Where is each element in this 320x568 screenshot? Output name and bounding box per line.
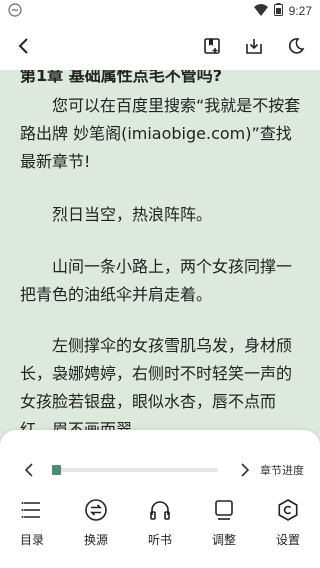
chapter-progress-row: 章节进度 [0, 458, 320, 482]
nav-item-listen[interactable]: 听书 [135, 498, 185, 548]
chapter-title: 第1章 基础属性点毛不管吗? [20, 70, 222, 85]
add-bookmark-icon[interactable] [200, 34, 224, 58]
paragraph-4: 左侧撑伞的女孩雪肌乌发，身材颀长，袅娜娉婷，右侧时不时轻笑一声的女孩脸若银盘，眼… [20, 336, 293, 430]
reader-toolbar [0, 22, 320, 70]
battery-icon [273, 3, 283, 19]
nav-item-adjust[interactable]: 调整 [199, 498, 249, 548]
nav-label-adjust: 调整 [211, 533, 236, 547]
catalog-icon [20, 498, 44, 522]
reader-content[interactable]: 第1章 基础属性点毛不管吗? 您可以在百度里搜索“我就是不按套路出牌 妙笔阁(i… [0, 70, 320, 430]
download-icon[interactable] [242, 34, 266, 58]
bottom-nav: 目录 换源 听书 调整 设置 [0, 498, 320, 558]
settings-icon [276, 498, 300, 522]
night-mode-icon[interactable] [284, 34, 308, 58]
app-notification-icon [8, 2, 22, 20]
reader-menu-panel: 章节进度 目录 换源 听书 调整 设置 [0, 430, 320, 568]
nav-item-catalog[interactable]: 目录 [7, 498, 57, 548]
adjust-icon [212, 498, 236, 522]
switch-source-icon [84, 498, 108, 522]
status-time: 9:27 [288, 4, 312, 18]
wifi-icon [253, 3, 268, 19]
paragraph-3: 山间一条小路上，两个女孩同撑一把青色的油纸伞并肩走着。 [20, 257, 293, 304]
paragraph-1: 您可以在百度里搜索“我就是不按套路出牌 妙笔阁(imiaobige.com)”查… [20, 96, 301, 171]
prev-chapter-icon[interactable] [22, 458, 36, 486]
chapter-progress-slider[interactable] [52, 465, 218, 475]
headphones-icon [148, 498, 172, 522]
nav-label-catalog: 目录 [19, 533, 44, 547]
nav-item-switch-source[interactable]: 换源 [71, 498, 121, 548]
back-arrow-icon[interactable] [12, 34, 36, 58]
paragraph-2: 烈日当空，热浪阵阵。 [52, 205, 213, 224]
progress-thumb[interactable] [52, 465, 61, 475]
nav-label-settings: 设置 [275, 533, 300, 547]
nav-label-listen: 听书 [147, 533, 172, 547]
nav-item-settings[interactable]: 设置 [263, 498, 313, 548]
next-chapter-icon[interactable] [238, 458, 252, 486]
nav-label-switch-source: 换源 [83, 533, 108, 547]
status-bar: 9:27 [0, 0, 320, 22]
chapter-progress-label: 章节进度 [260, 464, 304, 477]
